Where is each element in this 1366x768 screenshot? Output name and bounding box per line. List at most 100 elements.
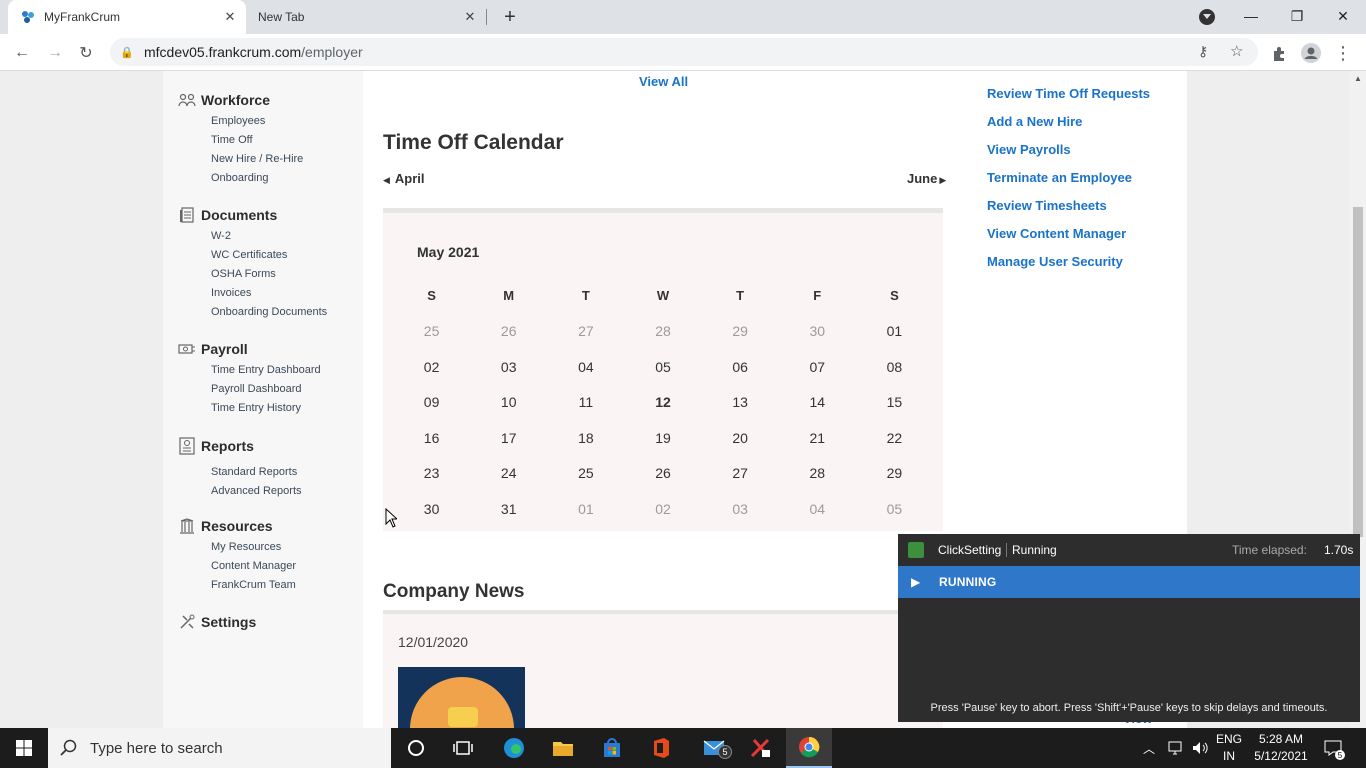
sidebar-item-new-hire[interactable]: New Hire / Re-Hire (211, 150, 303, 169)
windows-start-icon[interactable] (0, 728, 48, 768)
tab-myfrankcrum[interactable]: MyFrankCrum ✕ (8, 0, 246, 34)
address-bar[interactable]: 🔒 mfcdev05.frankcrum.com/employer ⚷ ☆ (110, 38, 1258, 66)
calendar-day[interactable]: 16 (393, 430, 470, 446)
sidebar-section-heading[interactable]: Payroll (178, 340, 321, 358)
calendar-day[interactable]: 29 (702, 323, 779, 339)
quick-link-view-payrolls[interactable]: View Payrolls (987, 141, 1150, 169)
sidebar-item-onboarding-documents[interactable]: Onboarding Documents (211, 303, 327, 322)
calendar-day[interactable]: 12 (624, 394, 701, 410)
calendar-day[interactable]: 17 (470, 430, 547, 446)
show-hidden-icons-chevron-icon[interactable]: ︿ (1143, 728, 1161, 768)
tab-search-icon[interactable] (1199, 9, 1215, 25)
calendar-day[interactable]: 30 (779, 323, 856, 339)
calendar-day[interactable]: 04 (547, 359, 624, 375)
calendar-day[interactable]: 02 (393, 359, 470, 375)
calendar-day[interactable]: 22 (856, 430, 933, 446)
forward-arrow-icon[interactable]: → (42, 40, 68, 66)
quick-link-review-time-off[interactable]: Review Time Off Requests (987, 85, 1150, 113)
edge-browser-icon[interactable] (492, 728, 536, 768)
calendar-day[interactable]: 08 (856, 359, 933, 375)
calendar-day[interactable]: 21 (779, 430, 856, 446)
menu-kebab-icon[interactable]: ⋮ (1330, 40, 1356, 66)
prev-month-link[interactable]: ◀ April (383, 171, 425, 186)
language-indicator[interactable]: ENG IN (1216, 731, 1242, 765)
calendar-day[interactable]: 13 (702, 394, 779, 410)
calendar-day[interactable]: 29 (856, 465, 933, 481)
mail-icon[interactable]: 5 (690, 728, 738, 768)
sidebar-item-content-manager[interactable]: Content Manager (211, 557, 296, 576)
calendar-day[interactable]: 20 (702, 430, 779, 446)
calendar-day[interactable]: 03 (470, 359, 547, 375)
taskbar-clock[interactable]: 5:28 AM 5/12/2021 (1254, 731, 1308, 765)
minimize-icon[interactable]: — (1228, 0, 1274, 32)
close-window-icon[interactable]: ✕ (1320, 0, 1366, 32)
calendar-day[interactable]: 25 (547, 465, 624, 481)
calendar-day[interactable]: 28 (624, 323, 701, 339)
calendar-day[interactable]: 05 (856, 501, 933, 517)
calendar-day[interactable]: 18 (547, 430, 624, 446)
news-thumbnail-image[interactable] (398, 667, 525, 728)
calendar-day[interactable]: 26 (624, 465, 701, 481)
calendar-day[interactable]: 03 (702, 501, 779, 517)
network-icon[interactable] (1168, 728, 1186, 768)
calendar-day[interactable]: 05 (624, 359, 701, 375)
restore-icon[interactable]: ❐ (1274, 0, 1320, 32)
next-month-link[interactable]: June ▶ (907, 171, 946, 186)
task-view-icon[interactable] (442, 728, 484, 768)
calendar-day[interactable]: 02 (624, 501, 701, 517)
calendar-day[interactable]: 01 (547, 501, 624, 517)
reload-icon[interactable]: ↻ (73, 40, 99, 66)
calendar-day[interactable]: 19 (624, 430, 701, 446)
bookmark-star-icon[interactable]: ☆ (1230, 42, 1243, 60)
sidebar-section-heading[interactable]: Settings (178, 613, 256, 631)
sidebar-item-advanced-reports[interactable]: Advanced Reports (211, 482, 302, 501)
office-icon[interactable] (639, 728, 683, 768)
calendar-day[interactable]: 31 (470, 501, 547, 517)
sidebar-item-time-off[interactable]: Time Off (211, 131, 303, 150)
quick-link-manage-user-security[interactable]: Manage User Security (987, 253, 1150, 281)
sidebar-item-standard-reports[interactable]: Standard Reports (211, 463, 302, 482)
sidebar-section-heading[interactable]: Workforce (178, 91, 303, 109)
back-arrow-icon[interactable]: ← (9, 40, 35, 66)
calendar-day[interactable]: 04 (779, 501, 856, 517)
calendar-day[interactable]: 27 (547, 323, 624, 339)
calendar-day[interactable]: 30 (393, 501, 470, 517)
calendar-day[interactable]: 24 (470, 465, 547, 481)
calendar-day[interactable]: 01 (856, 323, 933, 339)
tool-app-icon[interactable] (738, 728, 782, 768)
sidebar-item-wc-certificates[interactable]: WC Certificates (211, 246, 327, 265)
calendar-day[interactable]: 14 (779, 394, 856, 410)
view-all-link[interactable]: View All (639, 74, 688, 89)
calendar-day[interactable]: 11 (547, 394, 624, 410)
key-icon[interactable]: ⚷ (1198, 43, 1208, 60)
calendar-day[interactable]: 26 (470, 323, 547, 339)
sidebar-section-heading[interactable]: Documents (178, 206, 327, 224)
sidebar-item-osha-forms[interactable]: OSHA Forms (211, 265, 327, 284)
sidebar-item-time-entry-dashboard[interactable]: Time Entry Dashboard (211, 361, 321, 380)
calendar-day[interactable]: 27 (702, 465, 779, 481)
calendar-day[interactable]: 09 (393, 394, 470, 410)
taskbar-search-input[interactable]: Type here to search (48, 728, 391, 768)
sidebar-item-time-entry-history[interactable]: Time Entry History (211, 399, 321, 418)
close-tab-icon[interactable]: ✕ (460, 7, 480, 27)
calendar-day[interactable]: 07 (779, 359, 856, 375)
sidebar-section-heading[interactable]: Resources (178, 517, 296, 535)
new-tab-plus-icon[interactable]: + (498, 5, 522, 29)
sidebar-section-heading[interactable]: Reports (178, 437, 302, 455)
quick-link-view-content-manager[interactable]: View Content Manager (987, 225, 1150, 253)
sidebar-item-my-resources[interactable]: My Resources (211, 538, 296, 557)
notifications-icon[interactable]: 5 (1324, 728, 1345, 768)
quick-link-terminate-employee[interactable]: Terminate an Employee (987, 169, 1150, 197)
tab-new-tab[interactable]: New Tab ✕ (246, 0, 487, 34)
scrollbar-thumb[interactable] (1353, 207, 1363, 537)
sidebar-item-payroll-dashboard[interactable]: Payroll Dashboard (211, 380, 321, 399)
volume-icon[interactable] (1192, 728, 1210, 768)
sidebar-item-invoices[interactable]: Invoices (211, 284, 327, 303)
quick-link-review-timesheets[interactable]: Review Timesheets (987, 197, 1150, 225)
profile-avatar-icon[interactable] (1298, 40, 1324, 66)
calendar-day[interactable]: 25 (393, 323, 470, 339)
extensions-puzzle-icon[interactable] (1266, 40, 1292, 66)
calendar-day[interactable]: 15 (856, 394, 933, 410)
store-icon[interactable] (590, 728, 634, 768)
cortana-circle-icon[interactable] (395, 728, 437, 768)
